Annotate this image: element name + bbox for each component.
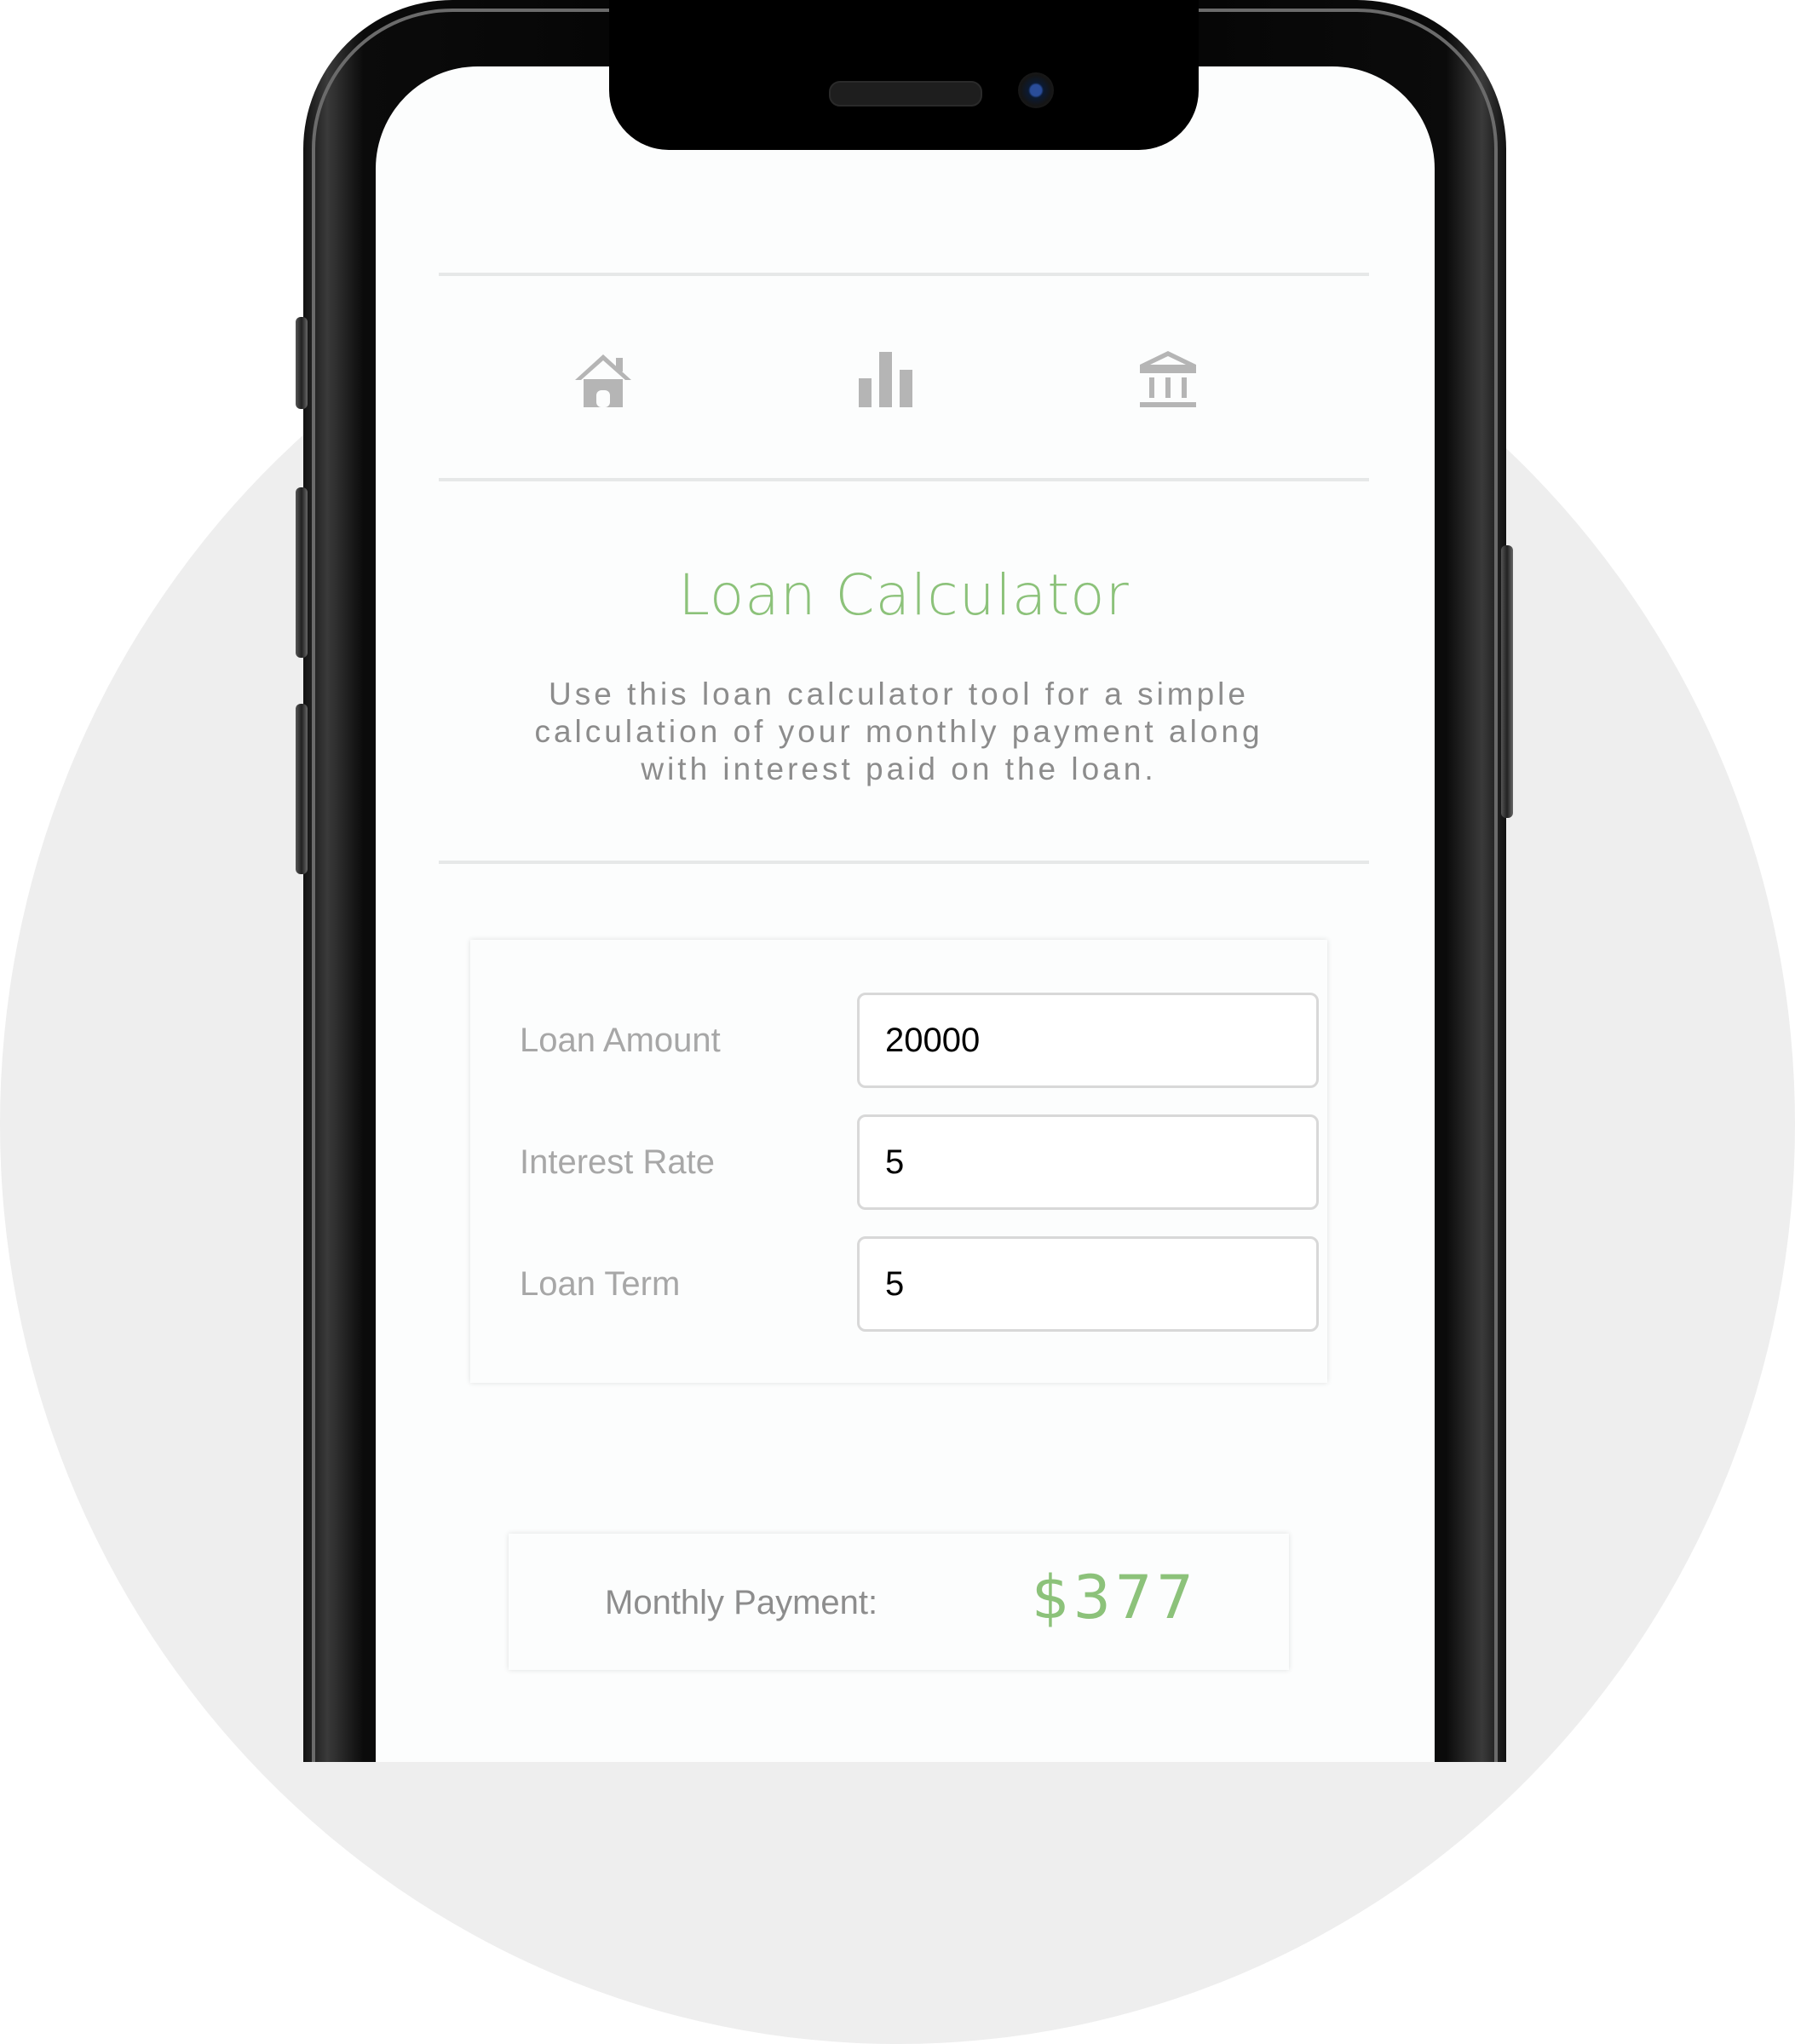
speaker-grille	[829, 81, 982, 107]
loan-term-row: Loan Term	[520, 1236, 1319, 1332]
loan-amount-label: Loan Amount	[520, 1022, 721, 1059]
power-button	[1501, 545, 1513, 818]
divider-nav	[439, 478, 1369, 481]
interest-rate-input[interactable]	[857, 1114, 1319, 1210]
monthly-payment-value: $377	[1032, 1563, 1198, 1632]
volume-up-button	[296, 487, 308, 658]
home-icon[interactable]	[573, 351, 633, 411]
loan-form-card: Loan Amount Interest Rate Loan Term	[470, 940, 1327, 1383]
loan-amount-row: Loan Amount	[520, 993, 1319, 1088]
page-description: Use this loan calculator tool for a simp…	[534, 677, 1263, 786]
mute-switch	[296, 317, 308, 409]
loan-amount-input[interactable]	[857, 993, 1319, 1088]
interest-rate-row: Interest Rate	[520, 1114, 1319, 1210]
phone-notch	[609, 0, 1199, 150]
loan-term-label: Loan Term	[520, 1265, 681, 1303]
loan-term-input[interactable]	[857, 1236, 1319, 1332]
divider-header	[439, 861, 1369, 864]
bar-chart-icon[interactable]	[855, 349, 915, 409]
front-camera	[1018, 72, 1054, 108]
volume-down-button	[296, 704, 308, 874]
monthly-payment-card: Monthly Payment: $377	[509, 1534, 1289, 1670]
page-title: Loan Calculator	[678, 562, 1130, 628]
divider-top	[439, 273, 1369, 276]
monthly-payment-label: Monthly Payment:	[605, 1584, 878, 1621]
interest-rate-label: Interest Rate	[520, 1143, 716, 1181]
phone-screen	[376, 66, 1435, 1762]
bank-icon[interactable]	[1138, 349, 1198, 409]
